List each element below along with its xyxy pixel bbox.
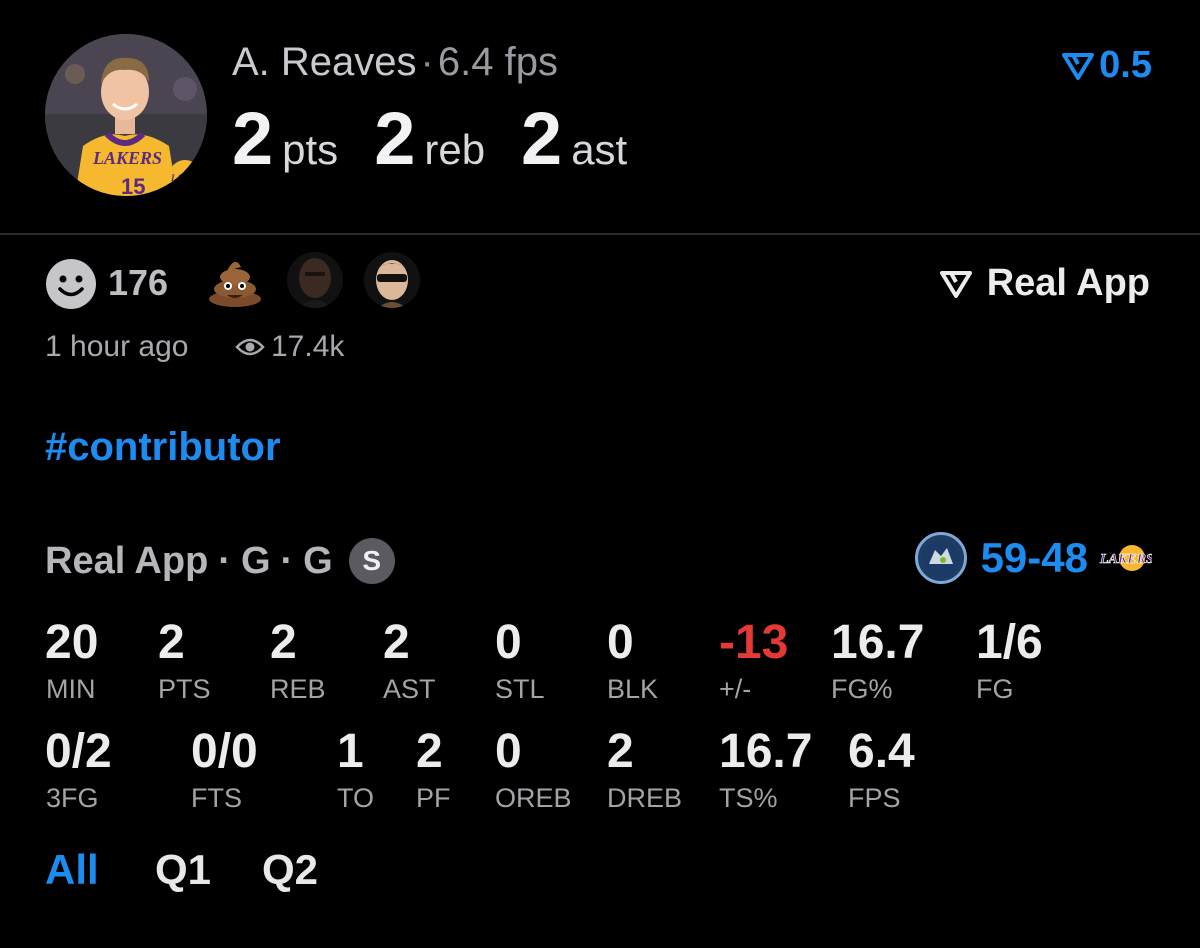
svg-text:15: 15 <box>121 174 145 196</box>
position-1: G <box>240 539 271 582</box>
points-unit: pts <box>282 126 339 173</box>
separator: · <box>420 40 434 84</box>
brand-label: Real App <box>986 262 1150 304</box>
rating-value: 0.5 <box>1099 44 1152 86</box>
points-value: 2 <box>232 97 273 180</box>
stat-min-value: 20 <box>45 616 99 669</box>
assists-unit: ast <box>571 126 628 173</box>
tab-all[interactable]: All <box>45 846 99 894</box>
stat-fts-label: FTS <box>191 783 242 813</box>
stat-fgpct-value: 16.7 <box>831 616 925 669</box>
svg-text:LAKERS: LAKERS <box>170 173 206 183</box>
stat-ast-value: 2 <box>383 616 410 669</box>
stat-fgpct-label: FG% <box>831 674 893 704</box>
stat-pts-value: 2 <box>158 616 185 669</box>
stat-3fg-label: 3FG <box>46 783 99 813</box>
game-info: Real App · G · G S <box>45 538 395 584</box>
view-count: 17.4k <box>235 330 344 364</box>
stat-tspct-label: TS% <box>719 783 778 813</box>
stat-fps-label: FPS <box>848 783 901 813</box>
tab-q2[interactable]: Q2 <box>262 846 318 894</box>
player-face-2[interactable] <box>364 252 420 308</box>
hashtag-link[interactable]: #contributor <box>45 425 281 470</box>
eye-icon <box>235 338 265 356</box>
stat-stl-value: 0 <box>495 616 522 669</box>
player-face-1[interactable] <box>287 252 343 308</box>
stat-dreb-label: DREB <box>607 783 683 813</box>
stat-pts-label: PTS <box>158 674 211 704</box>
stat-ast-label: AST <box>383 674 436 704</box>
lakers-logo: LAKERS <box>1099 545 1152 571</box>
game-source: Real App <box>45 539 209 582</box>
stat-tspct-value: 16.7 <box>719 725 813 778</box>
real-logo-icon <box>1062 52 1095 80</box>
stat-stl-label: STL <box>495 674 545 704</box>
reaction-count: 176 <box>108 262 169 303</box>
stat-to-label: TO <box>337 783 375 813</box>
stat-blk-value: 0 <box>607 616 634 669</box>
assists-value: 2 <box>521 97 562 180</box>
stat-fts-value: 0/0 <box>191 725 258 778</box>
stat-plusminus-label: +/- <box>719 674 752 704</box>
stat-3fg-value: 0/2 <box>45 725 112 778</box>
smile-icon <box>46 259 96 309</box>
player-fps: 6.4 fps <box>437 40 558 84</box>
starter-badge: S <box>348 538 395 584</box>
player-title: A. Reaves · 6.4 fps <box>232 40 558 85</box>
rating-badge[interactable]: 0.5 <box>1061 44 1152 87</box>
stat-blk-label: BLK <box>607 674 659 704</box>
svg-text:LAKERS: LAKERS <box>92 148 162 168</box>
player-name[interactable]: A. Reaves <box>232 40 417 84</box>
timberwolves-logo <box>914 532 967 584</box>
game-score[interactable]: 59-48 LAKERS <box>914 532 1152 584</box>
poop-emoji[interactable] <box>207 255 263 312</box>
stat-fg-label: FG <box>976 674 1014 704</box>
reaction-button[interactable] <box>45 258 97 315</box>
score-value: 59-48 <box>980 534 1088 581</box>
stat-oreb-value: 0 <box>495 725 522 778</box>
post-time: 1 hour ago <box>45 330 189 363</box>
real-app-link[interactable]: Real App <box>939 262 1150 305</box>
rebounds-unit: reb <box>424 126 486 173</box>
tab-q1[interactable]: Q1 <box>155 846 211 894</box>
stat-to-value: 1 <box>337 725 364 778</box>
divider <box>0 233 1200 235</box>
stat-pf-value: 2 <box>416 725 443 778</box>
rebounds-value: 2 <box>374 97 415 180</box>
stat-plusminus-value: -13 <box>719 616 789 669</box>
views-value: 17.4k <box>271 330 345 363</box>
stat-min-label: MIN <box>46 674 96 704</box>
separator: · <box>218 539 231 582</box>
svg-text:LAKERS: LAKERS <box>1099 552 1152 567</box>
position-2: G <box>303 539 333 582</box>
stat-oreb-label: OREB <box>495 783 572 813</box>
stat-dreb-value: 2 <box>607 725 634 778</box>
stat-fps-value: 6.4 <box>848 725 915 778</box>
separator: · <box>280 539 294 582</box>
real-logo-icon <box>939 270 972 298</box>
stat-pf-label: PF <box>416 783 451 813</box>
stat-reb-label: REB <box>270 674 326 704</box>
player-totals: 2 pts 2 reb 2 ast <box>232 96 663 181</box>
stat-fg-value: 1/6 <box>976 616 1043 669</box>
player-avatar[interactable]: LAKERS 15 LAKERS <box>45 34 207 196</box>
player-photo: LAKERS 15 LAKERS <box>45 34 207 196</box>
stat-reb-value: 2 <box>270 616 297 669</box>
